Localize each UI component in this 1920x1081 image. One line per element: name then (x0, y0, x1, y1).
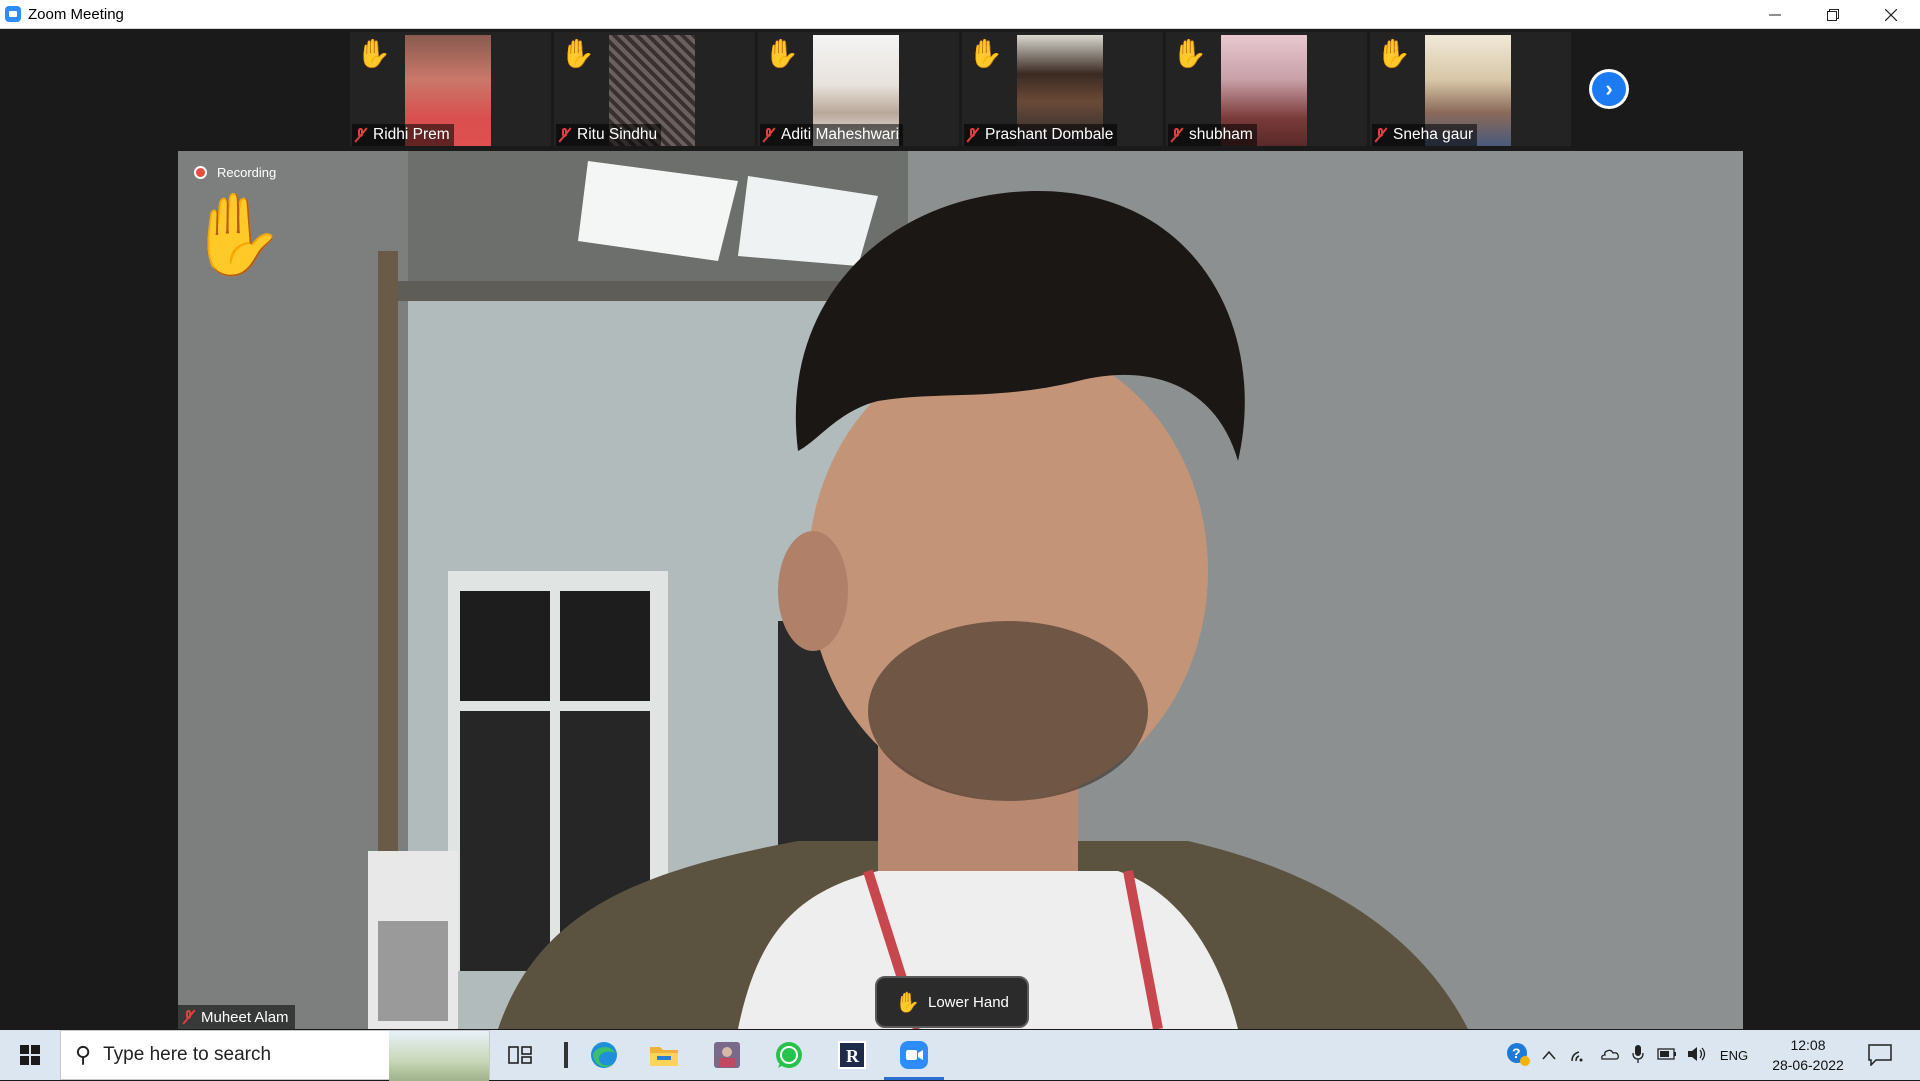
raised-hand-icon: ✋ (1172, 38, 1207, 69)
file-explorer-button[interactable] (648, 1039, 680, 1071)
chevron-right-icon: › (1605, 76, 1613, 101)
minimize-button[interactable] (1746, 0, 1804, 29)
participant-name: Prashant Dombale (985, 126, 1114, 143)
participant-strip: ✋ Ridhi Prem ✋ Ritu Sindhu ✋ Aditi Mahes… (0, 29, 1920, 149)
recording-indicator: Recording (194, 165, 276, 180)
participant-tile[interactable]: ✋ Ridhi Prem (350, 32, 551, 146)
restore-button[interactable] (1804, 0, 1862, 29)
zoom-taskbar-button[interactable] (884, 1039, 944, 1080)
participant-namebar: Ridhi Prem (352, 124, 454, 146)
speaker-name: Muheet Alam (201, 1008, 289, 1026)
microphone-icon[interactable] (1624, 1044, 1652, 1066)
raised-hand-icon: ✋ (186, 190, 286, 279)
lower-hand-button[interactable]: ✋ Lower Hand (875, 976, 1029, 1028)
close-button[interactable] (1862, 0, 1920, 29)
file-explorer-icon (650, 1047, 678, 1066)
svg-text:R: R (846, 1046, 860, 1066)
onedrive-icon[interactable] (1594, 1047, 1624, 1064)
speaker-namebar: Muheet Alam (178, 1005, 295, 1029)
raised-hand-icon: ✋ (560, 38, 595, 69)
mic-muted-icon (558, 127, 572, 143)
whatsapp-icon (776, 1042, 802, 1068)
network-icon[interactable] (1564, 1046, 1594, 1065)
speaker-video-feed (178, 151, 1743, 1029)
hand-icon: ✋ (895, 991, 920, 1014)
participant-name: Ritu Sindhu (577, 126, 658, 143)
recording-icon (194, 166, 207, 179)
mic-muted-icon (762, 127, 776, 143)
zoom-icon (900, 1041, 928, 1069)
minimize-icon (1769, 14, 1781, 15)
participant-namebar: Prashant Dombale (964, 124, 1118, 146)
restore-icon (1827, 8, 1839, 21)
edge-icon (591, 1042, 617, 1068)
language-indicator[interactable]: ENG (1712, 1048, 1756, 1063)
r-app-button[interactable]: R (836, 1039, 868, 1071)
pen-icon (564, 1042, 568, 1068)
search-icon: ⚲ (75, 1042, 92, 1067)
system-tray: ? ENG (1502, 1030, 1756, 1080)
help-icon[interactable]: ? (1502, 1042, 1534, 1069)
mic-muted-icon (354, 127, 368, 143)
taskbar: ⚲ Type here to search R ? ENG 12:08 28-0… (0, 1030, 1920, 1081)
participant-name: Sneha gaur (1393, 126, 1474, 143)
participant-tile[interactable]: ✋ Aditi Maheshwari (758, 32, 959, 146)
photo-app-button[interactable] (711, 1039, 743, 1071)
svg-text:?: ? (1512, 1045, 1521, 1061)
r-app-icon: R (838, 1041, 866, 1069)
lower-hand-label: Lower Hand (928, 993, 1009, 1011)
participant-namebar: Ritu Sindhu (556, 124, 662, 146)
main-video: Recording ✋ Muheet Alam (178, 151, 1743, 1029)
participant-tile[interactable]: ✋ shubham (1166, 32, 1367, 146)
mic-muted-icon (1374, 127, 1388, 143)
close-icon (1885, 8, 1897, 21)
participant-tile[interactable]: ✋ Prashant Dombale (962, 32, 1163, 146)
mic-muted-icon (966, 127, 980, 143)
notification-icon (1868, 1044, 1892, 1066)
system-clock[interactable]: 12:08 28-06-2022 (1760, 1030, 1856, 1080)
participant-name: shubham (1189, 126, 1253, 143)
mic-muted-icon (182, 1009, 196, 1025)
recording-label: Recording (217, 165, 277, 180)
raised-hand-icon: ✋ (1376, 38, 1411, 69)
raised-hand-icon: ✋ (968, 38, 1003, 69)
windows-icon (20, 1045, 40, 1065)
task-view-icon (508, 1046, 532, 1064)
window-controls (1746, 0, 1920, 29)
taskbar-search[interactable]: ⚲ Type here to search (60, 1030, 490, 1081)
participant-namebar: Sneha gaur (1372, 124, 1478, 146)
action-center-button[interactable] (1864, 1039, 1896, 1071)
participant-name: Ridhi Prem (373, 126, 450, 143)
search-highlight-art (389, 1031, 489, 1081)
zoom-app-icon (5, 6, 21, 22)
search-placeholder: Type here to search (103, 1044, 272, 1065)
whatsapp-button[interactable] (773, 1039, 805, 1071)
chevron-up-icon[interactable] (1534, 1048, 1564, 1063)
participant-tile[interactable]: ✋ Ritu Sindhu (554, 32, 755, 146)
pen-button[interactable] (550, 1039, 582, 1071)
edge-button[interactable] (588, 1039, 620, 1071)
window-title: Zoom Meeting (28, 5, 124, 23)
start-button[interactable] (0, 1030, 60, 1080)
clock-date: 28-06-2022 (1772, 1057, 1844, 1073)
battery-icon[interactable] (1652, 1047, 1682, 1063)
participant-namebar: shubham (1168, 124, 1257, 146)
next-page-button[interactable]: › (1589, 69, 1629, 109)
photo-app-icon (714, 1042, 740, 1068)
raised-hand-icon: ✋ (356, 38, 391, 69)
volume-icon[interactable] (1682, 1046, 1712, 1065)
participant-name: Aditi Maheshwari (781, 126, 900, 143)
title-bar: Zoom Meeting (0, 0, 1920, 29)
clock-time: 12:08 (1790, 1037, 1826, 1053)
mic-muted-icon (1170, 127, 1184, 143)
raised-hand-icon: ✋ (764, 38, 799, 69)
task-view-button[interactable] (504, 1039, 536, 1071)
participant-namebar: Aditi Maheshwari (760, 124, 904, 146)
participant-tile[interactable]: ✋ Sneha gaur (1370, 32, 1571, 146)
